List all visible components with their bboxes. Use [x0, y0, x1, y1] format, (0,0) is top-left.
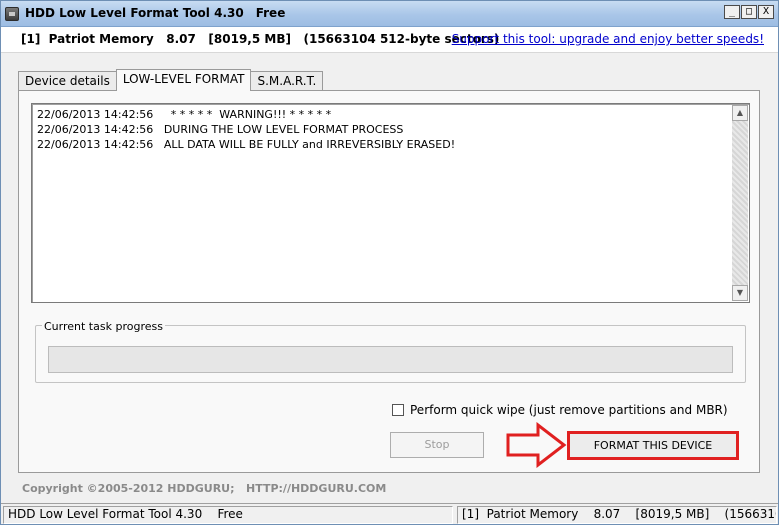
log-message: DURING THE LOW LEVEL FORMAT PROCESS [163, 123, 404, 136]
tab-strip: Device details LOW-LEVEL FORMAT S.M.A.R.… [18, 69, 324, 91]
tab-smart[interactable]: S.M.A.R.T. [250, 71, 324, 91]
hdd-app-icon [5, 7, 19, 21]
log-box[interactable]: 22/06/2013 14:42:56 * * * * * WARNING!!!… [31, 103, 750, 303]
device-info: [1] Patriot Memory 8.07 [8019,5 MB] (156… [21, 32, 500, 46]
log-line: 22/06/2013 14:42:56 ALL DATA WILL BE FUL… [37, 137, 455, 152]
progress-bar [48, 346, 733, 373]
title-bar[interactable]: HDD Low Level Format Tool 4.30 Free _ □ X [1, 1, 778, 27]
log-message: * * * * * WARNING!!! * * * * * [163, 108, 332, 121]
window-title-text: HDD Low Level Format Tool 4.30 [25, 6, 244, 20]
log-time: 22/06/2013 14:42:56 [37, 138, 154, 151]
log-time: 22/06/2013 14:42:56 [37, 108, 154, 121]
app-window: HDD Low Level Format Tool 4.30 Free _ □ X… [0, 0, 779, 525]
quick-wipe-label[interactable]: Perform quick wipe (just remove partitio… [410, 403, 728, 417]
minimize-button[interactable]: _ [724, 5, 740, 19]
quick-wipe-checkbox[interactable] [392, 404, 404, 416]
log-scrollbar[interactable]: ▲ ▼ [732, 105, 748, 301]
red-arrow-icon [506, 422, 567, 468]
maximize-button[interactable]: □ [741, 5, 757, 19]
copyright-text: Copyright ©2005-2012 HDDGURU; HTTP://HDD… [22, 482, 387, 495]
window-controls: _ □ X [724, 5, 774, 19]
close-button[interactable]: X [758, 5, 774, 19]
log-time: 22/06/2013 14:42:56 [37, 123, 154, 136]
log-message: ALL DATA WILL BE FULLY and IRREVERSIBLY … [163, 138, 456, 151]
device-header: [1] Patriot Memory 8.07 [8019,5 MB] (156… [1, 27, 778, 53]
tab-low-level-format[interactable]: LOW-LEVEL FORMAT [115, 69, 252, 91]
support-link[interactable]: Support this tool: upgrade and enjoy bet… [452, 32, 764, 46]
tab-device-details[interactable]: Device details [18, 71, 117, 91]
status-panel-device: [1] Patriot Memory 8.07 [8019,5 MB] (156… [457, 506, 777, 524]
window-edition: Free [255, 6, 286, 20]
status-bar: HDD Low Level Format Tool 4.30 Free [1] … [1, 503, 778, 524]
status-panel-app: HDD Low Level Format Tool 4.30 Free [3, 506, 453, 524]
stop-button[interactable]: Stop [390, 432, 484, 458]
log-lines: 22/06/2013 14:42:56 * * * * * WARNING!!!… [37, 107, 455, 152]
format-device-button[interactable]: FORMAT THIS DEVICE [567, 431, 739, 460]
progress-label: Current task progress [42, 320, 165, 333]
log-line: 22/06/2013 14:42:56 DURING THE LOW LEVEL… [37, 122, 455, 137]
log-line: 22/06/2013 14:42:56 * * * * * WARNING!!!… [37, 107, 455, 122]
scroll-up-arrow-icon[interactable]: ▲ [732, 105, 748, 121]
scroll-down-arrow-icon[interactable]: ▼ [732, 285, 748, 301]
window-title: HDD Low Level Format Tool 4.30 Free [25, 6, 285, 20]
